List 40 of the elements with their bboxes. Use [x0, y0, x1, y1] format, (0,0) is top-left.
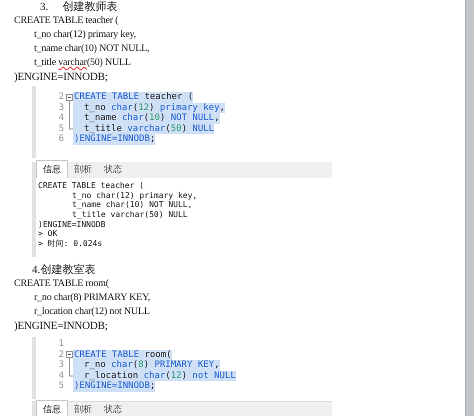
code-line: t_name char(10) NOT NULL, — [33, 42, 150, 56]
line-number: 2 — [58, 350, 65, 360]
output-line: )ENGINE=INNODB — [38, 220, 106, 230]
line-number: 3 — [58, 360, 65, 370]
code-line: CREATE TABLE teacher ( — [14, 14, 120, 28]
line-number: 2 — [58, 92, 65, 102]
result-tab[interactable]: 剖析 — [68, 161, 98, 178]
code-line: )ENGINE=INNODB; — [14, 70, 109, 84]
section-number: 3. — [40, 1, 48, 14]
line-number: 5 — [58, 381, 65, 392]
section-number: 4. — [32, 264, 40, 277]
code-line: r_location char(12) not NULL — [33, 305, 151, 319]
output-line: t_title varchar(50) NULL — [71, 210, 189, 220]
output-line: > OK — [38, 229, 58, 240]
fold-guide — [66, 360, 73, 371]
output-line: t_name char(10) NOT NULL, — [71, 200, 194, 210]
output-line: > 时间: 0.024s — [38, 239, 104, 249]
line-number: 4 — [58, 370, 65, 381]
line-number: 5 — [58, 124, 65, 134]
fold-icon[interactable] — [66, 92, 73, 103]
code-line: CREATE TABLE room( — [14, 277, 110, 291]
output-line: CREATE TABLE teacher ( — [38, 181, 145, 191]
result-tab[interactable]: 状态 — [98, 401, 128, 416]
line-number: 4 — [58, 113, 65, 124]
section-title: 创建教师表 — [62, 1, 118, 14]
output-line: t_no char(12) primary key, — [71, 190, 198, 200]
result-tab[interactable]: 信息 — [36, 160, 68, 178]
line-number: 3 — [58, 102, 65, 113]
line-number: 6 — [58, 134, 65, 144]
scrollbar[interactable] — [465, 0, 474, 416]
code-line: t_title varchar(50) NULL — [33, 56, 132, 70]
result-tab[interactable]: 剖析 — [68, 401, 98, 416]
result-tab[interactable]: 信息 — [36, 400, 68, 416]
code-line: t_no char(12) primary key, — [33, 28, 137, 42]
result-tab[interactable]: 状态 — [98, 161, 128, 178]
section-title: 创建教室表 — [40, 264, 96, 277]
code-line: r_no char(8) PRIMARY KEY, — [33, 291, 152, 305]
line-number: 1 — [58, 339, 65, 350]
code-line: )ENGINE=INNODB; — [14, 319, 109, 333]
fold-icon[interactable] — [66, 349, 73, 360]
